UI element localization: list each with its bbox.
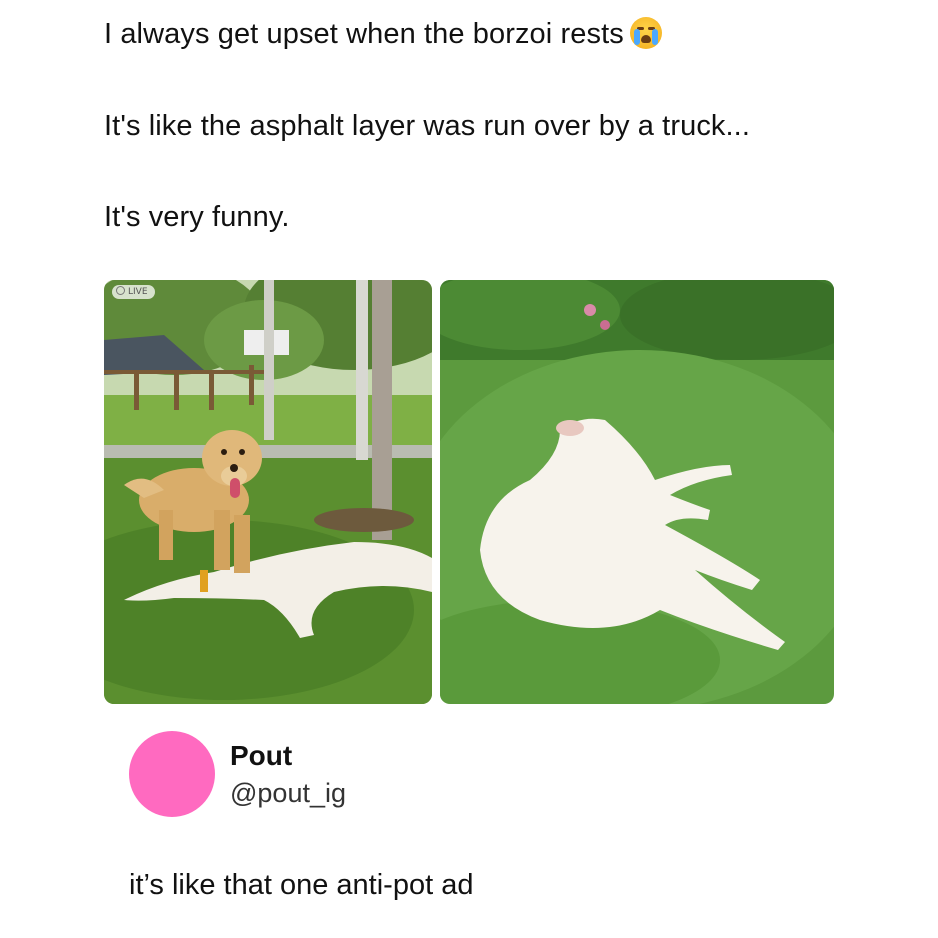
live-badge: LIVE — [112, 285, 155, 299]
avatar[interactable] — [129, 731, 215, 817]
post-text-line-1-text: I always get upset when the borzoi rests — [104, 18, 624, 50]
live-icon — [116, 286, 125, 295]
reply-handle[interactable]: @pout_ig — [230, 777, 346, 809]
post-text-line-1: I always get upset when the borzoi rests — [104, 16, 662, 52]
reply-text: it’s like that one anti-pot ad — [129, 869, 474, 901]
post-text-line-3: It's very funny. — [104, 201, 290, 233]
photo-1-image — [104, 280, 432, 704]
photo-golden-retriever-and-borzoi[interactable]: LIVE — [104, 280, 432, 704]
loudly-crying-face-icon — [629, 17, 662, 49]
reply-display-name[interactable]: Pout — [230, 740, 292, 772]
photo-borzoi-on-clover[interactable] — [440, 280, 834, 704]
post: I always get upset when the borzoi rests… — [0, 0, 938, 938]
post-text-line-2: It's like the asphalt layer was run over… — [104, 110, 750, 142]
photo-2-image — [440, 280, 834, 704]
live-badge-label: LIVE — [128, 287, 148, 297]
